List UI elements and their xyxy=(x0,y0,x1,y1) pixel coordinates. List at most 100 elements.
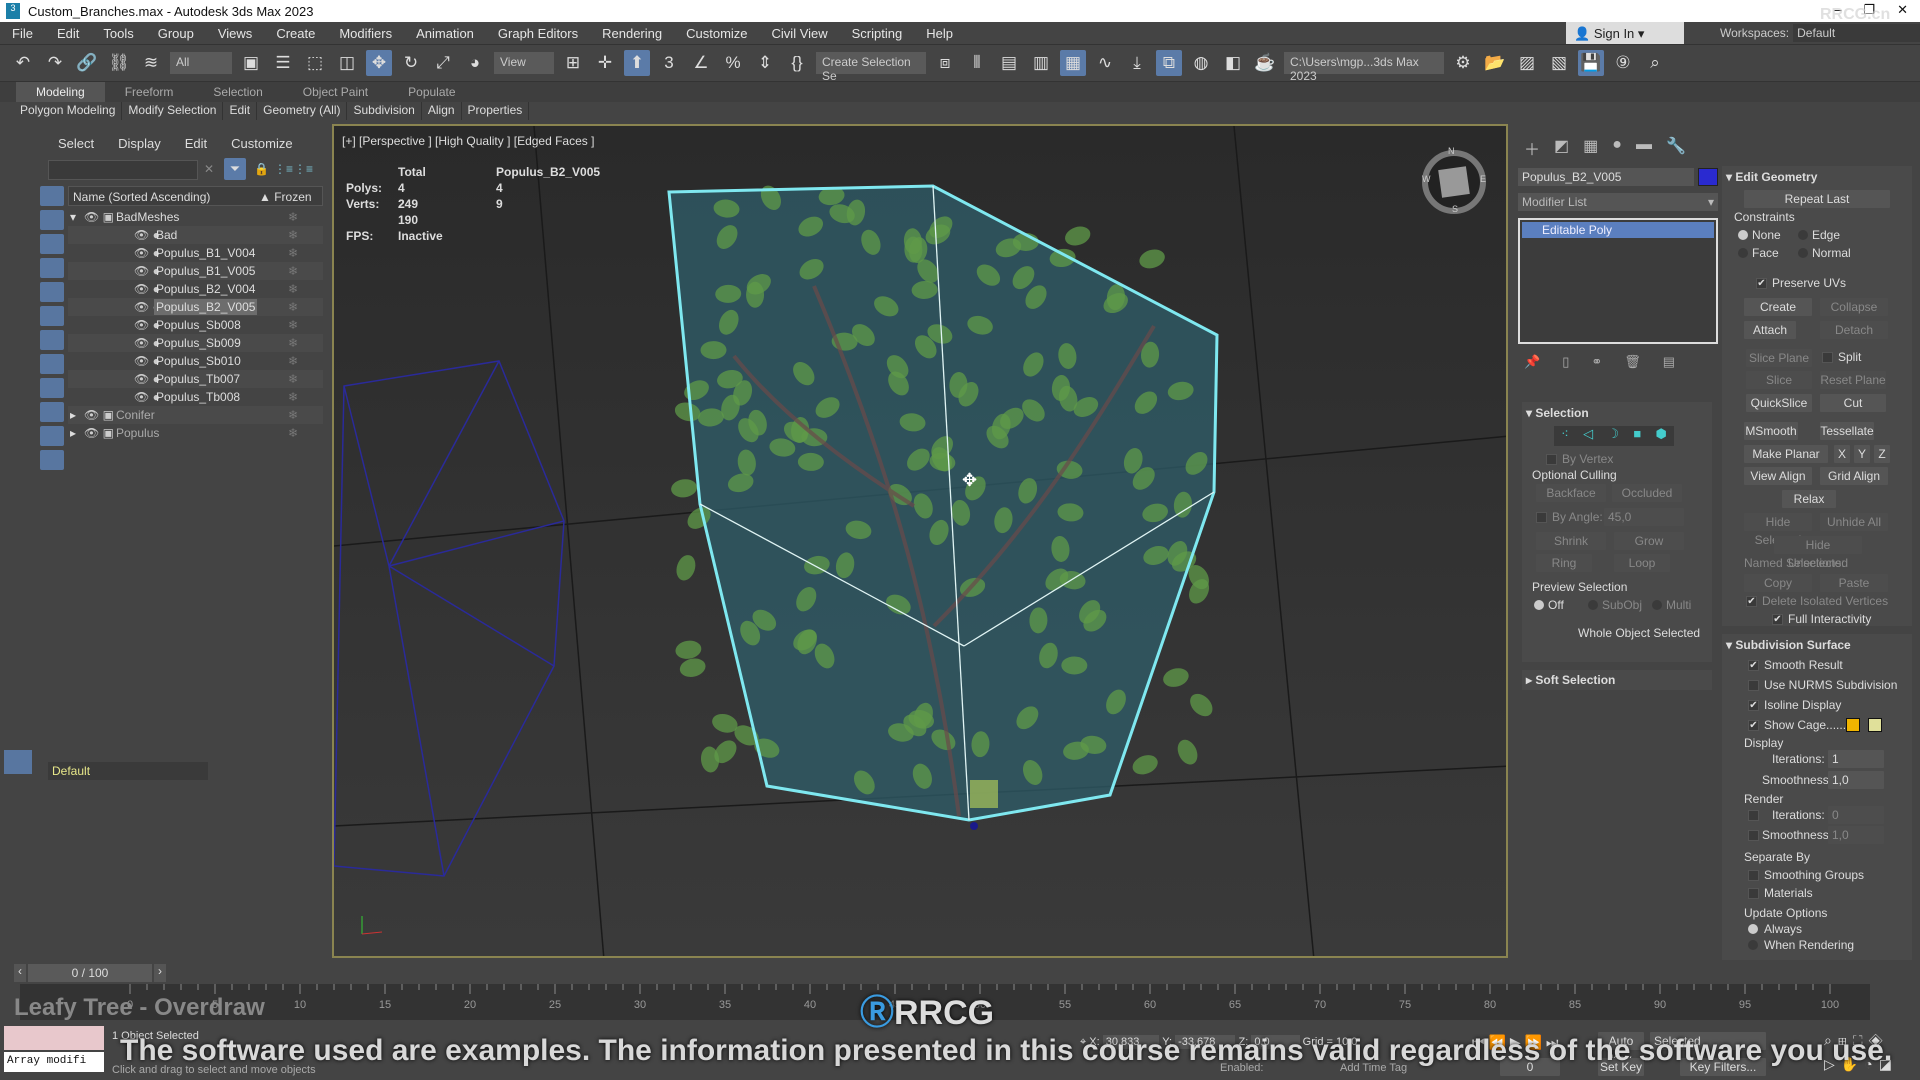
ring-button[interactable]: Ring xyxy=(1536,554,1592,572)
layer-icon[interactable] xyxy=(4,750,32,774)
freeze-toggle-icon[interactable]: ❄ xyxy=(288,264,298,278)
selection-rollout-title[interactable]: ▾ Selection xyxy=(1526,406,1589,420)
explorer-column-header[interactable]: Name (Sorted Ascending) ▲ Frozen xyxy=(68,186,323,206)
create-button[interactable]: Create xyxy=(1744,298,1812,316)
unhide-all-button[interactable]: Unhide All xyxy=(1820,513,1888,531)
grid-align-button[interactable]: Grid Align xyxy=(1820,467,1888,485)
redo-icon[interactable]: ↷ xyxy=(42,50,68,76)
preview-off-radio[interactable] xyxy=(1534,600,1544,610)
by-angle-spinner[interactable]: 45,0 xyxy=(1604,508,1684,526)
select-object-icon[interactable]: ▣ xyxy=(238,50,264,76)
tab-modeling[interactable]: Modeling xyxy=(16,82,105,102)
panel-modify-selection[interactable]: Modify Selection xyxy=(122,102,224,120)
smooth-result-checkbox[interactable]: ✔ xyxy=(1748,660,1759,671)
groups-filter-icon[interactable] xyxy=(40,330,64,350)
object-name[interactable]: Populus_B1_V004 xyxy=(154,245,257,261)
delete-isolated-checkbox[interactable]: ✔ xyxy=(1746,596,1757,607)
freeze-toggle-icon[interactable]: ❄ xyxy=(288,426,298,440)
freeze-toggle-icon[interactable]: ❄ xyxy=(288,354,298,368)
freeze-toggle-icon[interactable]: ❄ xyxy=(288,210,298,224)
panel-align[interactable]: Align xyxy=(422,102,462,120)
view-align-button[interactable]: View Align xyxy=(1744,467,1812,485)
close-button[interactable]: ✕ xyxy=(1897,2,1908,18)
schematic-view-icon[interactable]: ⧉ xyxy=(1156,50,1182,76)
edit-named-sel-icon[interactable]: {} xyxy=(784,50,810,76)
slice-button[interactable]: Slice xyxy=(1746,371,1812,389)
msmooth-button[interactable]: MSmooth xyxy=(1744,422,1798,440)
edit-geometry-title[interactable]: ▾ Edit Geometry xyxy=(1726,170,1817,184)
stack-item-editable-poly[interactable]: Editable Poly xyxy=(1522,222,1714,238)
menu-group[interactable]: Group xyxy=(146,26,206,41)
make-planar-button[interactable]: Make Planar xyxy=(1744,445,1828,463)
manipulate-icon[interactable]: ✛ xyxy=(592,50,618,76)
time-slider[interactable]: ‹ 0 / 100 › xyxy=(14,964,166,982)
bind-space-warp-icon[interactable]: ≋ xyxy=(138,50,164,76)
frozen-filter-icon[interactable] xyxy=(40,426,64,446)
scale-icon[interactable]: ⤢ xyxy=(430,50,456,76)
expand-toggle-icon[interactable]: ▾ xyxy=(70,210,76,224)
percent-snap-icon[interactable]: % xyxy=(720,50,746,76)
object-name[interactable]: Populus_B2_V004 xyxy=(154,281,257,297)
render-iterations-checkbox[interactable] xyxy=(1748,810,1759,821)
helpers-filter-icon[interactable] xyxy=(40,282,64,302)
cage-color-swatch[interactable] xyxy=(1846,718,1860,732)
reset-plane-button[interactable]: Reset Plane xyxy=(1820,371,1886,389)
tab-selection[interactable]: Selection xyxy=(193,82,282,102)
explorer-menu-edit[interactable]: Edit xyxy=(185,136,207,151)
shrink-button[interactable]: Shrink xyxy=(1536,532,1606,550)
maxscript-input[interactable]: Array modifi xyxy=(4,1052,104,1072)
render-smoothness-spinner[interactable]: 1,0 xyxy=(1828,826,1884,844)
next-frame-icon[interactable]: › xyxy=(154,964,166,982)
constraint-none-radio[interactable] xyxy=(1738,230,1748,240)
project-folder-dropdown[interactable]: C:\Users\mgp...3ds Max 2023 xyxy=(1284,52,1444,83)
snap-3d-icon[interactable]: 3 xyxy=(656,50,682,76)
explorer-menu-select[interactable]: Select xyxy=(58,136,94,151)
object-name[interactable]: Conifer xyxy=(114,407,157,423)
menu-modifiers[interactable]: Modifiers xyxy=(327,26,404,41)
create-tab-icon[interactable]: ＋ xyxy=(1524,136,1540,160)
explorer-row[interactable]: 👁 ● Populus_Sb010 ❄ xyxy=(68,352,323,370)
clear-search-icon[interactable]: ✕ xyxy=(204,162,214,176)
explorer-row[interactable]: 👁 ● Populus_B2_V005 ❄ xyxy=(68,298,323,316)
remove-modifier-icon[interactable]: 🗑 xyxy=(1624,354,1641,370)
scene-explorer-icon[interactable]: ▤ xyxy=(996,50,1022,76)
paste-button[interactable]: Paste xyxy=(1820,574,1888,592)
freeze-toggle-icon[interactable]: ❄ xyxy=(288,336,298,350)
explorer-row[interactable]: 👁 ● Bad ❄ xyxy=(68,226,323,244)
modifier-list-dropdown[interactable]: Modifier List ▾ xyxy=(1518,193,1718,211)
bones-filter-icon[interactable] xyxy=(40,378,64,398)
attach-button[interactable]: Attach xyxy=(1744,321,1796,339)
layer-dropdown[interactable]: Default xyxy=(48,762,208,780)
freeze-toggle-icon[interactable]: ❄ xyxy=(288,246,298,260)
menu-civil-view[interactable]: Civil View xyxy=(760,26,840,41)
smoothing-groups-checkbox[interactable] xyxy=(1748,870,1759,881)
rect-selection-icon[interactable]: ⬚ xyxy=(302,50,328,76)
object-name[interactable]: Populus_Sb008 xyxy=(154,317,243,333)
repeat-last-button[interactable]: Repeat Last xyxy=(1744,190,1890,208)
tab-freeform[interactable]: Freeform xyxy=(105,82,194,102)
explorer-row[interactable]: 👁 ● Populus_Tb007 ❄ xyxy=(68,370,323,388)
project-open-icon[interactable]: 📂 xyxy=(1482,50,1508,76)
filter-icon[interactable]: ⏷ xyxy=(224,158,246,180)
expand-toggle-icon[interactable]: ▸ xyxy=(70,426,76,440)
move-icon[interactable]: ✥ xyxy=(366,50,392,76)
visibility-toggle-icon[interactable]: 👁 ▣ xyxy=(84,408,114,422)
ref-coord-dropdown[interactable]: View xyxy=(494,52,554,74)
show-cage-checkbox[interactable]: ✔ xyxy=(1748,720,1759,731)
show-end-result-icon[interactable]: ▯ xyxy=(1562,354,1569,370)
vertex-mode-icon[interactable]: ⁖ xyxy=(1561,426,1569,446)
preview-subobj-radio[interactable] xyxy=(1588,600,1598,610)
object-name[interactable]: Populus_Tb007 xyxy=(154,371,242,387)
sign-in-button[interactable]: 👤 Sign In ▾ xyxy=(1566,22,1684,44)
display-smoothness-spinner[interactable]: 1,0 xyxy=(1828,771,1884,789)
project-create-icon[interactable]: ▨ xyxy=(1514,50,1540,76)
explorer-row[interactable]: ▸ 👁 ▣ Conifer ❄ xyxy=(68,406,323,424)
selection-set-dropdown[interactable]: Create Selection Se xyxy=(816,52,926,83)
hide-unselected-button[interactable]: Hide Unselected xyxy=(1774,536,1862,570)
layer-explorer-icon[interactable]: ▥ xyxy=(1028,50,1054,76)
hide-selected-button[interactable]: Hide Selected xyxy=(1744,513,1812,547)
object-name[interactable]: Populus_Sb009 xyxy=(154,335,243,351)
constraint-normal-radio[interactable] xyxy=(1798,248,1808,258)
object-name[interactable]: Populus_Sb010 xyxy=(154,353,243,369)
panel-subdivision[interactable]: Subdivision xyxy=(347,102,422,120)
